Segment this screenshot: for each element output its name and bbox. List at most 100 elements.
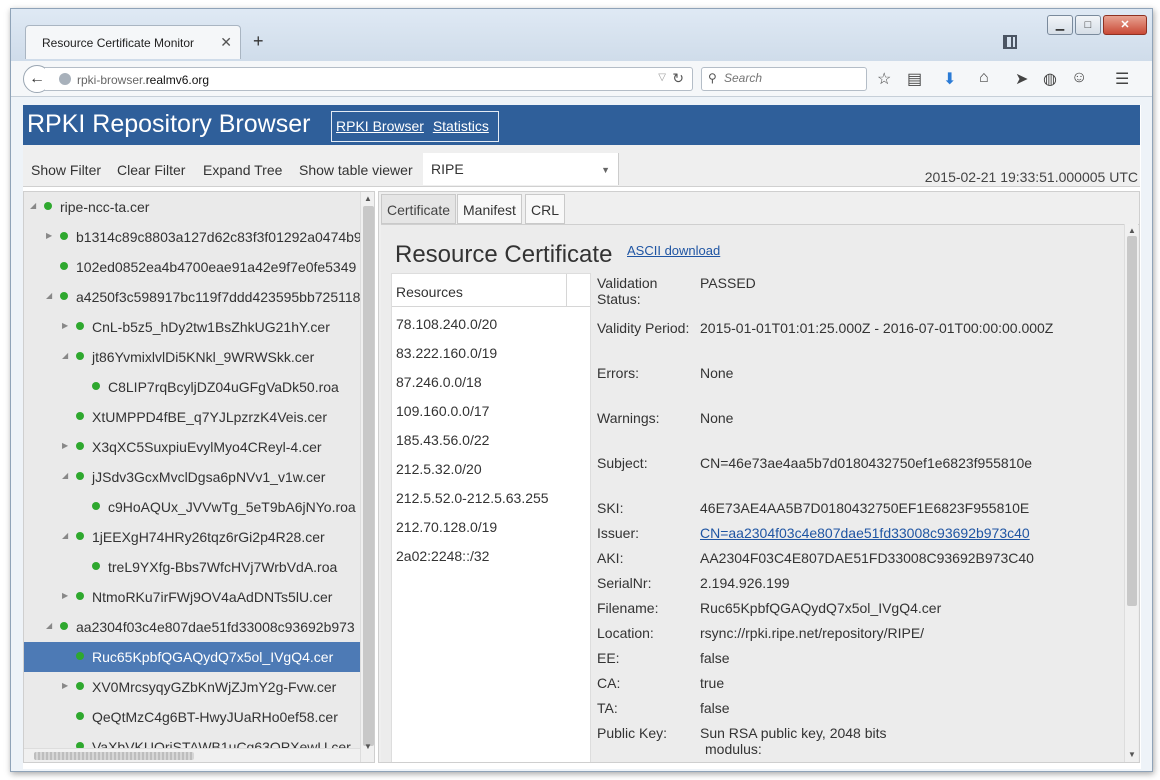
search-box[interactable]: ⚲ <box>701 67 867 91</box>
maximize-button[interactable]: □ <box>1075 15 1101 35</box>
tab-certificate[interactable]: Certificate <box>381 194 457 224</box>
status-dot-icon <box>76 532 84 540</box>
tree-item-label: jJSdv3GcxMvclDgsa6pNVv1_v1w.cer <box>92 469 326 485</box>
tree-item[interactable]: ◢ 1jEEXgH74HRy26tqz6rGi2p4R28.cer <box>24 522 360 552</box>
tree-item[interactable]: ▶ CnL-b5z5_hDy2tw1BsZhkUG21hY.cer <box>24 312 360 342</box>
tree-item[interactable]: ▶ NtmoRKu7irFWj9OV4aAdDNTs5lU.cer <box>24 582 360 612</box>
new-tab-icon[interactable]: + <box>253 31 264 52</box>
detail-value: AA2304F03C4E807DAE51FD33008C93692B973C40 <box>700 550 1034 566</box>
reload-icon[interactable]: ↻ <box>672 70 684 87</box>
tree-item-label: XV0MrcsyqyGZbKnWjZJmY2g-Fvw.cer <box>92 679 337 695</box>
close-icon: ✕ <box>1120 19 1130 31</box>
status-dot-icon <box>92 382 100 390</box>
tab-manifest[interactable]: Manifest <box>457 194 522 224</box>
detail-key: AKI: <box>597 550 624 566</box>
search-icon: ⚲ <box>708 71 717 85</box>
scroll-thumb[interactable] <box>363 206 374 746</box>
chevron-down-icon: ▼ <box>601 165 610 175</box>
resources-header[interactable]: Resources <box>392 274 590 307</box>
scroll-down-icon[interactable]: ▼ <box>364 742 372 751</box>
tree-item[interactable]: ◢ aa2304f03c4e807dae51fd33008c93692b973 <box>24 612 360 642</box>
address-bar[interactable]: rpki-browser.realmv6.org ▽ ↻ <box>45 67 693 91</box>
detail-tabs: Certificate Manifest CRL <box>379 192 1139 224</box>
tree-item[interactable]: ◢ jt86YvmixlvlDi5KNkl_9WRWSkk.cer <box>24 342 360 372</box>
issuer-link[interactable]: CN=aa2304f03c4e807dae51fd33008c93692b973… <box>700 525 1030 541</box>
collapse-arrow-icon[interactable]: ◢ <box>46 621 52 630</box>
expand-arrow-icon[interactable]: ▶ <box>62 591 68 600</box>
collapse-arrow-icon[interactable]: ◢ <box>62 471 68 480</box>
status-dot-icon <box>60 622 68 630</box>
tree-item[interactable]: QeQtMzC4g6BT-HwyJUaRHo0ef58.cer <box>24 702 360 732</box>
bookmark-star-icon[interactable]: ☆ <box>877 69 891 89</box>
collapse-arrow-icon[interactable]: ◢ <box>62 351 68 360</box>
nav-link-statistics[interactable]: Statistics <box>433 118 489 134</box>
tree-item[interactable]: ▶ XV0MrcsyqyGZbKnWjZJmY2g-Fvw.cer <box>24 672 360 702</box>
tree-item-label: X3qXC5SuxpiuEvylMyo4CReyl-4.cer <box>92 439 322 455</box>
tree-item[interactable]: ◢ a4250f3c598917bc119f7ddd423595bb725118 <box>24 282 360 312</box>
tree-item[interactable]: XtUMPPD4fBE_q7YJLpzrzK4Veis.cer <box>24 402 360 432</box>
detail-vertical-scrollbar[interactable]: ▲ ▼ <box>1124 224 1138 762</box>
expand-arrow-icon[interactable]: ▶ <box>62 681 68 690</box>
app-title: RPKI Repository Browser <box>27 110 311 138</box>
detail-key: TA: <box>597 700 618 716</box>
tree-item-label: CnL-b5z5_hDy2tw1BsZhkUG21hY.cer <box>92 319 330 335</box>
resource-item: 78.108.240.0/20 <box>396 316 498 332</box>
world-icon[interactable]: ◍ <box>1043 69 1057 89</box>
scroll-thumb[interactable] <box>1127 236 1137 606</box>
nav-link-rpki-browser[interactable]: RPKI Browser <box>336 118 424 134</box>
show-table-viewer-button[interactable]: Show table viewer <box>299 162 413 178</box>
tree-item[interactable]: treL9YXfg-Bbs7WfcHVj7WrbVdA.roa <box>24 552 360 582</box>
ascii-download-link[interactable]: ASCII download <box>627 243 720 258</box>
tree-item[interactable]: ▶ b1314c89c8803a127d62c83f3f01292a0474b9 <box>24 222 360 252</box>
scroll-up-icon[interactable]: ▲ <box>1128 226 1136 235</box>
column-divider[interactable] <box>566 274 567 306</box>
app-header: RPKI Repository Browser RPKI Browser Sta… <box>23 105 1140 145</box>
scroll-thumb[interactable] <box>34 752 194 760</box>
tree-item[interactable]: ◢ ripe-ncc-ta.cer <box>24 192 360 222</box>
share-icon[interactable]: ➤ <box>1015 69 1028 89</box>
show-filter-button[interactable]: Show Filter <box>31 162 101 178</box>
home-icon[interactable]: ⌂ <box>979 69 989 87</box>
resource-item: 83.222.160.0/19 <box>396 345 498 361</box>
tree-item[interactable]: ▶ X3qXC5SuxpiuEvylMyo4CReyl-4.cer <box>24 432 360 462</box>
tree-item[interactable]: 102ed0852ea4b4700eae91a42e9f7e0fe5349 <box>24 252 360 282</box>
menu-icon[interactable]: ☰ <box>1115 69 1129 89</box>
downloads-icon[interactable]: ⬇ <box>943 69 956 89</box>
tree-item-label: QeQtMzC4g6BT-HwyJUaRHo0ef58.cer <box>92 709 338 725</box>
collapse-arrow-icon[interactable]: ◢ <box>62 531 68 540</box>
reading-list-icon[interactable]: ▤ <box>907 69 922 89</box>
tree-horizontal-scrollbar[interactable] <box>24 748 360 762</box>
collapse-arrow-icon[interactable]: ◢ <box>46 291 52 300</box>
expand-arrow-icon[interactable]: ▶ <box>62 321 68 330</box>
detail-value: 46E73AE4AA5B7D0180432750EF1E6823F955810E <box>700 500 1030 516</box>
tree-item[interactable]: C8LIP7rqBcyljDZ04uGFgVaDk50.roa <box>24 372 360 402</box>
tree-vertical-scrollbar[interactable]: ▲ ▼ <box>360 192 374 762</box>
history-dropdown-icon[interactable]: ▽ <box>658 72 666 83</box>
detail-value[interactable]: CN=aa2304f03c4e807dae51fd33008c93692b973… <box>700 525 1030 541</box>
tree-item[interactable]: ◢ jJSdv3GcxMvclDgsa6pNVv1_v1w.cer <box>24 462 360 492</box>
tab-groups-icon[interactable] <box>1003 35 1017 49</box>
repository-select[interactable]: RIPE ▼ <box>423 153 619 185</box>
tab-crl[interactable]: CRL <box>525 194 566 224</box>
detail-pane: Certificate Manifest CRL Resource Certif… <box>378 191 1140 763</box>
scroll-down-icon[interactable]: ▼ <box>1128 750 1136 759</box>
status-dot-icon <box>44 202 52 210</box>
tree-item[interactable]: Ruc65KpbfQGAQydQ7x5ol_IVgQ4.cer <box>24 642 360 672</box>
collapse-arrow-icon[interactable]: ◢ <box>30 201 36 210</box>
scroll-up-icon[interactable]: ▲ <box>364 194 372 203</box>
browser-tab[interactable]: Resource Certificate Monitor ✕ <box>25 25 241 59</box>
tree-item[interactable]: c9HoAQUx_JVVwTg_5eT9bA6jNYo.roa <box>24 492 360 522</box>
detail-value: None <box>700 365 734 381</box>
expand-arrow-icon[interactable]: ▶ <box>46 231 52 240</box>
search-input[interactable] <box>724 71 862 85</box>
close-window-button[interactable]: ✕ <box>1103 15 1147 35</box>
chat-icon[interactable]: ☺ <box>1071 69 1087 87</box>
clear-filter-button[interactable]: Clear Filter <box>117 162 185 178</box>
expand-tree-button[interactable]: Expand Tree <box>203 162 282 178</box>
url-text: rpki-browser.realmv6.org <box>77 73 210 87</box>
expand-arrow-icon[interactable]: ▶ <box>62 441 68 450</box>
close-tab-icon[interactable]: ✕ <box>220 34 232 51</box>
minimize-button[interactable]: ▁ <box>1047 15 1073 35</box>
detail-key: EE: <box>597 650 620 666</box>
status-dot-icon <box>76 712 84 720</box>
